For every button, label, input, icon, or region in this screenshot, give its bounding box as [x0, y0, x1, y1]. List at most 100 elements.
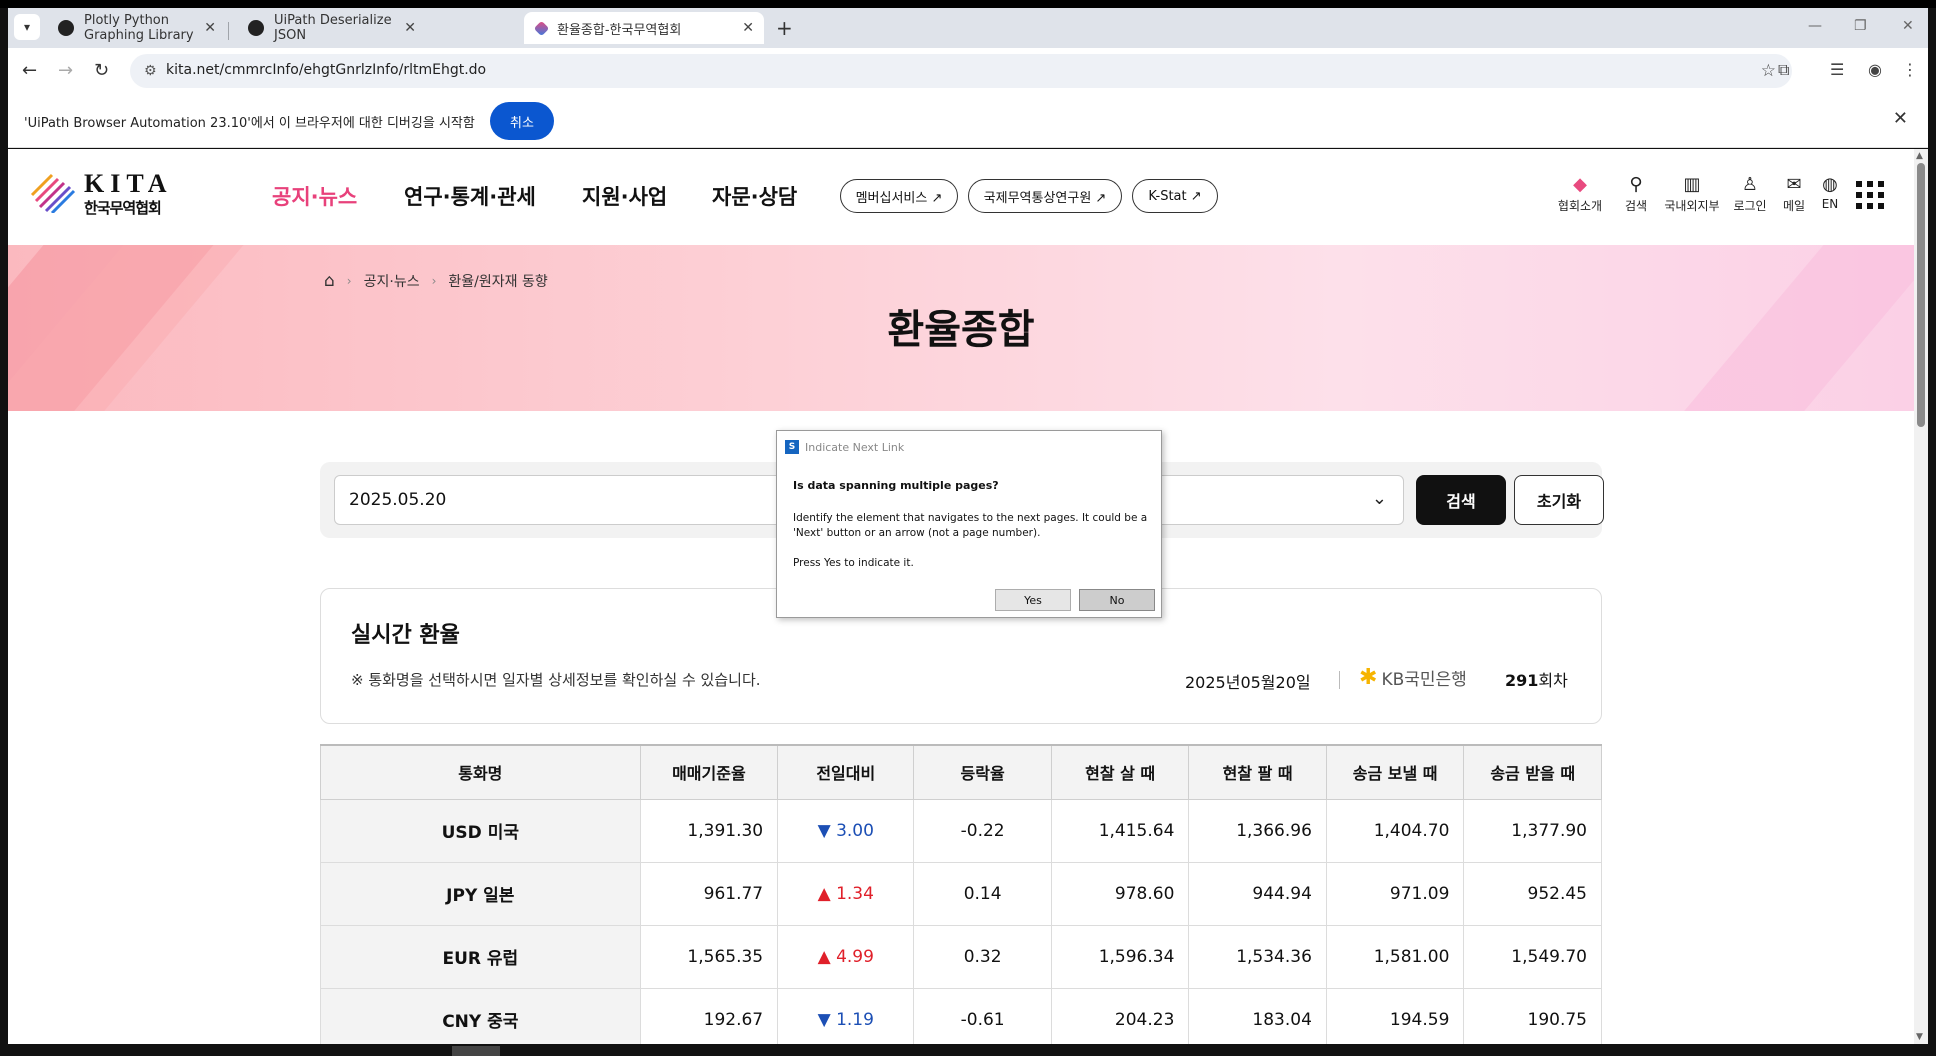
kstat-link[interactable]: K-Stat ↗ [1132, 179, 1218, 213]
nav-research-stats[interactable]: 연구·통계·관세 [404, 181, 536, 211]
close-icon[interactable]: ✕ [1893, 108, 1908, 129]
reset-button[interactable]: 초기화 [1514, 475, 1604, 525]
bank-name: KB국민은행 [1381, 670, 1467, 690]
browser-menu-icon[interactable]: ⋮ [1902, 60, 1918, 79]
home-icon[interactable]: ⌂ [324, 271, 335, 291]
remit-send-cell: 971.09 [1325, 861, 1465, 926]
round-count: 291회차 [1505, 667, 1568, 691]
remit-receive-cell: 1,377.90 [1463, 798, 1602, 863]
remit-receive-cell: 952.45 [1463, 861, 1602, 926]
scroll-down-icon[interactable]: ▼ [1916, 1032, 1923, 1042]
window-close-icon[interactable]: ✕ [1902, 18, 1914, 34]
kb-bank-logo: ✱ KB국민은행 [1359, 665, 1467, 690]
all-menu-icon[interactable] [1856, 181, 1884, 209]
no-button[interactable]: No [1079, 589, 1155, 611]
kita-logo[interactable]: KITA 한국무역협회 [30, 169, 180, 217]
site-header: KITA 한국무역협회 공지·뉴스 연구·통계·관세 지원·사업 자문·상담 멤… [8, 149, 1914, 245]
yes-button[interactable]: Yes [995, 589, 1071, 611]
tab-title: UiPath Deserialize JSON [274, 13, 392, 43]
column-header: 현찰 살 때 [1050, 744, 1190, 800]
cash-buy-cell: 1,596.34 [1050, 924, 1190, 989]
change-cell: ▲ 4.99 [777, 924, 915, 989]
nav-consulting[interactable]: 자문·상담 [712, 181, 797, 211]
reload-icon[interactable]: ↻ [94, 60, 109, 81]
tab-search-icon[interactable]: ▾ [14, 14, 40, 40]
tab-uipath[interactable]: UiPath Deserialize JSON ✕ [236, 12, 426, 44]
cancel-button[interactable]: 취소 [490, 102, 554, 140]
omnibox[interactable]: ⚙ kita.net/cmmrcInfo/ehgtGnrlzInfo/rltmE… [130, 54, 1792, 88]
nav-support[interactable]: 지원·사업 [582, 181, 667, 211]
scroll-up-icon[interactable]: ▲ [1916, 151, 1923, 161]
currency-cell[interactable]: CNY 중국 [320, 987, 641, 1044]
screen: ▾ Plotly Python Graphing Library ✕ UiPat… [0, 0, 1936, 1056]
remit-send-cell: 1,404.70 [1325, 798, 1465, 863]
dialog-titlebar: S Indicate Next Link [785, 437, 904, 457]
base-rate-cell: 1,565.35 [639, 924, 779, 989]
fluctuation-cell: -0.61 [913, 987, 1052, 1044]
table-row[interactable]: JPY 일본 961.77 ▲ 1.34 0.14 978.60 944.94 971.09… [320, 861, 1602, 926]
util-label: 검색 [1624, 199, 1648, 213]
column-header: 현찰 팔 때 [1188, 744, 1327, 800]
back-icon[interactable]: ← [22, 60, 37, 81]
iit-link[interactable]: 국제무역통상연구원 ↗ [968, 179, 1122, 213]
close-icon[interactable]: ✕ [404, 20, 416, 36]
util-en[interactable]: ◍ EN [1802, 174, 1858, 212]
util-label: 협회소개 [1557, 199, 1603, 213]
kita-favicon-icon [533, 20, 550, 36]
bookmark-star-icon[interactable]: ☆ [1761, 61, 1776, 81]
scrollbar-thumb[interactable] [1917, 163, 1925, 427]
media-icon[interactable]: ☰ [1830, 60, 1844, 79]
forward-icon[interactable]: → [58, 60, 73, 81]
restore-icon[interactable]: ❐ [1854, 18, 1867, 34]
cash-sell-cell: 1,534.36 [1188, 924, 1327, 989]
new-tab-icon[interactable]: + [776, 16, 793, 40]
column-header: 매매기준율 [639, 744, 779, 800]
util-branches[interactable]: ▥ 국내외지부 [1664, 175, 1720, 214]
profile-icon[interactable]: ◉ [1868, 60, 1882, 79]
util-search[interactable]: ⚲ 검색 [1608, 175, 1664, 214]
taskbar-item[interactable] [452, 1046, 500, 1056]
dialog-body: Identify the element that navigates to t… [793, 512, 1148, 539]
table-row[interactable]: CNY 중국 192.67 ▼ 1.19 -0.61 204.23 183.04 194.5… [320, 987, 1602, 1044]
tab-plotly[interactable]: Plotly Python Graphing Library ✕ [46, 12, 226, 44]
triangle-up-icon: ▲ [817, 946, 837, 967]
triangle-up-icon: ▲ [817, 883, 837, 904]
page-scrollbar[interactable]: ▲ ▼ [1914, 149, 1928, 1044]
tab-separator [228, 22, 229, 40]
search-button[interactable]: 검색 [1416, 475, 1506, 525]
url-text[interactable]: kita.net/cmmrcInfo/ehgtGnrlzInfo/rltmEhg… [166, 62, 486, 78]
change-value: 3.00 [836, 820, 874, 841]
currency-cell[interactable]: JPY 일본 [320, 861, 641, 926]
minimize-icon[interactable]: — [1808, 18, 1822, 34]
membership-link[interactable]: 멤버십서비스 ↗ [840, 179, 958, 213]
table-row[interactable]: USD 미국 1,391.30 ▼ 3.00 -0.22 1,415.64 1,366.9… [320, 798, 1602, 863]
breadcrumb-item[interactable]: 환율/원자재 동향 [448, 271, 547, 291]
currency-cell[interactable]: EUR 유럽 [320, 924, 641, 989]
nav-notice-news[interactable]: 공지·뉴스 [272, 181, 357, 211]
dialog-title: Indicate Next Link [805, 440, 905, 454]
extensions-icon[interactable]: ⧉ [1778, 60, 1789, 80]
breadcrumb-item[interactable]: 공지·뉴스 [364, 271, 420, 291]
page-hero: ⌂ › 공지·뉴스 › 환율/원자재 동향 환율종합 [8, 245, 1914, 411]
util-about[interactable]: ◆ 협회소개 [1552, 175, 1608, 214]
cash-buy-cell: 204.23 [1050, 987, 1190, 1044]
fluctuation-cell: 0.14 [913, 861, 1052, 926]
taskbar-edge [0, 1044, 1936, 1056]
util-label: 국내외지부 [1664, 199, 1720, 213]
kita-diamond-icon: ◆ [1573, 174, 1587, 195]
section-note: ※ 통화명을 선택하시면 일자별 상세정보를 확인하실 수 있습니다. [351, 671, 761, 689]
tab-kita[interactable]: 환율종합-한국무역협회 ✕ [524, 12, 764, 44]
round-unit: 회차 [1538, 671, 1568, 690]
currency-cell[interactable]: USD 미국 [320, 798, 641, 863]
table-row[interactable]: EUR 유럽 1,565.35 ▲ 4.99 0.32 1,596.34 1,534.36… [320, 924, 1602, 989]
close-icon[interactable]: ✕ [742, 20, 754, 36]
close-icon[interactable]: ✕ [204, 20, 216, 36]
remit-send-cell: 194.59 [1325, 987, 1465, 1044]
globe-icon: ◍ [1822, 174, 1838, 195]
section-title: 실시간 환율 [351, 623, 460, 648]
site-info-icon[interactable]: ⚙ [144, 63, 157, 79]
change-cell: ▼ 3.00 [777, 798, 915, 863]
kb-star-icon: ✱ [1359, 665, 1378, 690]
column-header: 통화명 [320, 744, 641, 800]
table-header-row: 통화명 매매기준율 전일대비 등락율 현찰 살 때 현찰 팔 때 송금 보낼 때… [320, 744, 1602, 800]
